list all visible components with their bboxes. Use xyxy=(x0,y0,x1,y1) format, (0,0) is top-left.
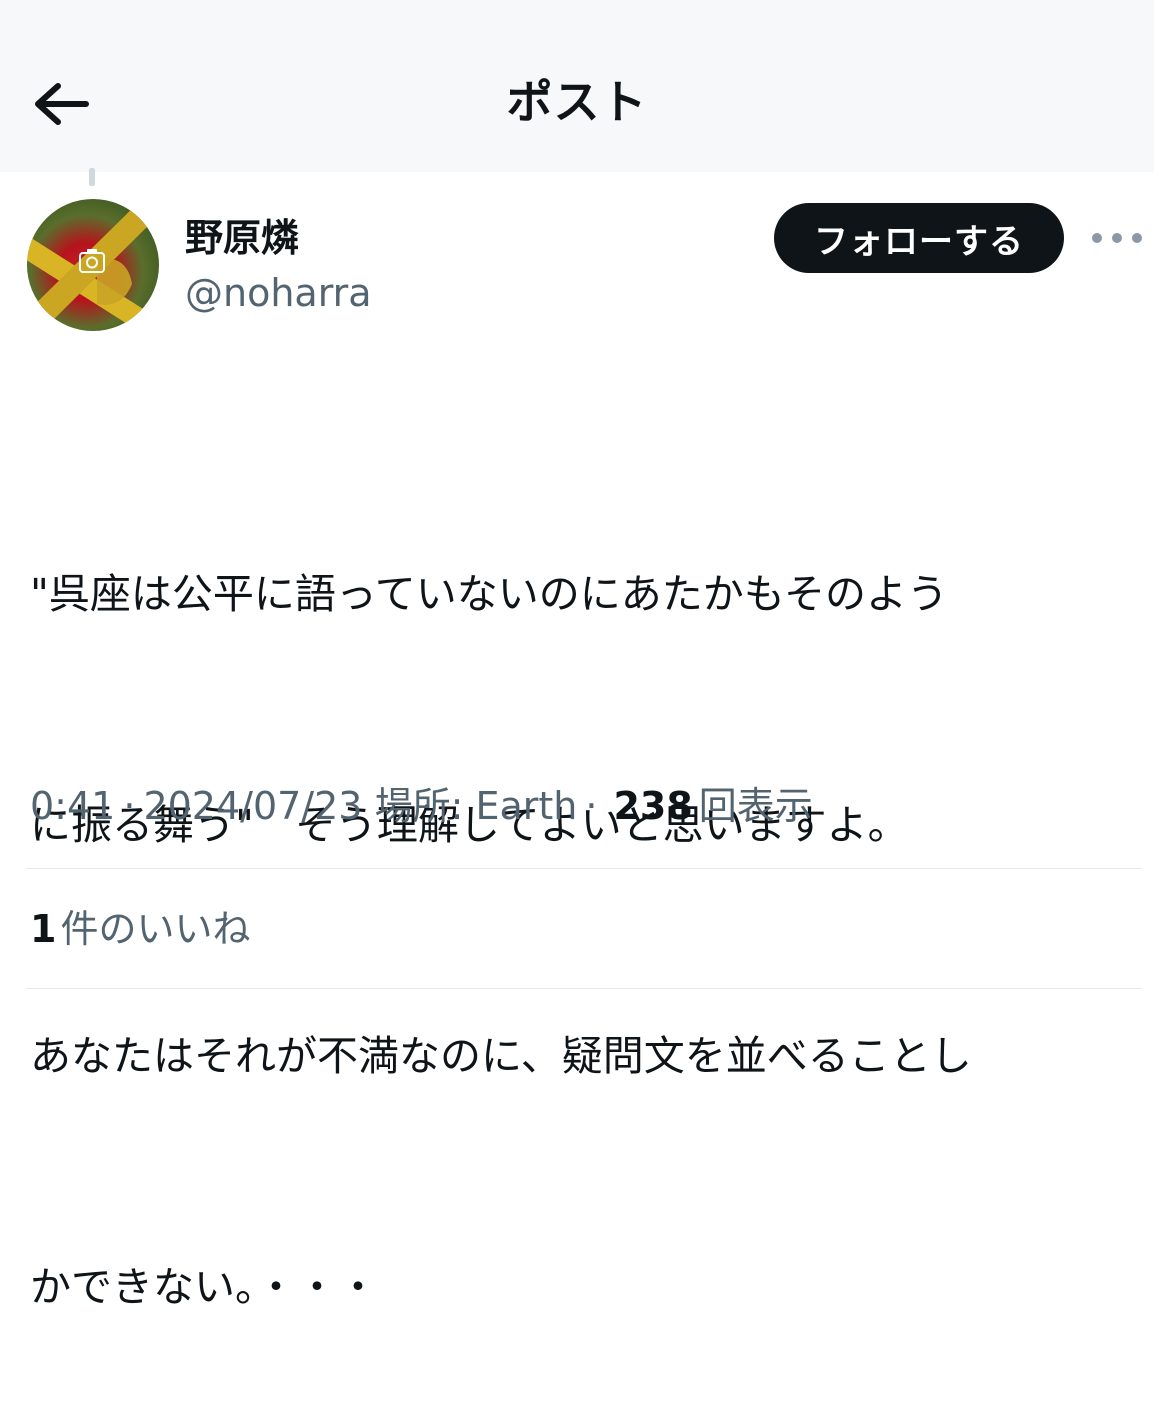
top-app-bar: ポスト xyxy=(0,0,1154,172)
thread-connector xyxy=(89,168,95,186)
post-text-line: かできない。・・・ xyxy=(30,1263,379,1311)
more-horizontal-icon xyxy=(1092,233,1102,243)
follow-button[interactable]: フォローする xyxy=(774,203,1064,273)
more-horizontal-icon xyxy=(1132,233,1142,243)
divider xyxy=(26,988,1142,989)
post-time[interactable]: 0:41 xyxy=(30,784,115,828)
likes-count: 1 xyxy=(30,907,57,951)
author-handle[interactable]: @noharra xyxy=(185,268,372,318)
post-metadata: 0:41 · 2024/07/23 場所: Earth · 238 回表示 xyxy=(30,780,813,832)
author-display-name[interactable]: 野原燐 xyxy=(185,213,299,263)
page-title: ポスト xyxy=(506,75,648,129)
avatar[interactable] xyxy=(27,199,159,331)
avatar-image xyxy=(27,199,159,331)
likes-label: 件のいいね xyxy=(60,907,251,951)
post-location: 場所: Earth xyxy=(374,784,578,828)
more-options-button[interactable] xyxy=(1092,220,1142,256)
post-text-line: "呉座は公平に語っていないのにあたかもそのよう xyxy=(30,570,948,618)
views-count: 238 xyxy=(613,784,693,828)
meta-separator: · xyxy=(585,784,598,828)
meta-separator: · xyxy=(123,784,136,828)
views-label: 回表示 xyxy=(698,784,813,828)
post-date[interactable]: 2024/07/23 xyxy=(143,784,362,828)
more-horizontal-icon xyxy=(1112,233,1122,243)
divider xyxy=(26,868,1142,869)
likes-link[interactable]: 1 件のいいね xyxy=(30,903,250,955)
post-text-line: あなたはそれが不満なのに、疑問文を並べることし xyxy=(30,1032,972,1080)
